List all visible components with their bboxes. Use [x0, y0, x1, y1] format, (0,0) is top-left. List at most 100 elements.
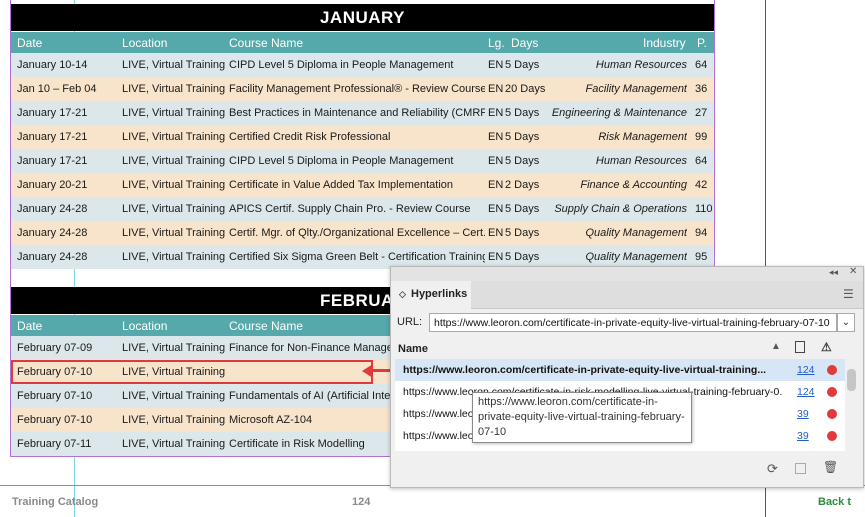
cell-date: January 17-21: [17, 107, 88, 119]
cell-page-ref: 42: [695, 179, 708, 191]
header-days: Days: [511, 36, 539, 50]
cell-date: Jan 10 – Feb 04: [17, 83, 97, 95]
url-input[interactable]: https://www.leoron.com/certificate-in-pr…: [429, 313, 837, 332]
hyperlink-item[interactable]: https://www.leoron.com/...39: [395, 447, 845, 451]
name-column-header[interactable]: Name: [398, 343, 428, 355]
cell-location: LIVE, Virtual Training: [122, 390, 226, 402]
warning-icon[interactable]: ⚠: [821, 340, 832, 354]
url-tooltip: https://www.leoron.com/certificate-in-pr…: [472, 392, 692, 443]
cell-industry: Engineering & Maintenance: [551, 107, 687, 119]
cell-date: January 24-28: [17, 227, 88, 239]
cell-page-ref: 95: [695, 251, 708, 263]
header-lg: Lg.: [488, 36, 505, 50]
cell-date: January 17-21: [17, 131, 88, 143]
new-hyperlink-icon[interactable]: [795, 463, 806, 474]
status-dot-icon: [827, 365, 837, 375]
table-row: January 10-14 LIVE, Virtual Training CIPD …: [11, 53, 714, 77]
cell-industry: Supply Chain & Operations: [554, 203, 687, 215]
cell-industry: Facility Management: [585, 83, 688, 95]
cell-date: February 07-10: [17, 414, 93, 426]
header-date: Date: [17, 319, 43, 333]
hyperlink-page-link[interactable]: 39: [797, 408, 809, 420]
cell-location: LIVE, Virtual Training: [122, 59, 226, 71]
cell-page-ref: 94: [695, 227, 708, 239]
cell-industry: Human Resources: [595, 59, 687, 71]
list-header: Name ▲ ⚠: [395, 339, 845, 360]
cell-course-name: Best Practices in Maintenance and Reliab…: [229, 107, 485, 119]
hyperlinks-panel: ◂◂ ✕ ◇ Hyperlinks ☰ URL: https://www.leo…: [390, 266, 864, 488]
cell-date: January 24-28: [17, 251, 88, 263]
header-location: Location: [122, 319, 168, 333]
cell-industry: Quality Management: [585, 251, 688, 263]
arrow-head-left-icon: [362, 364, 373, 378]
refresh-icon[interactable]: ⟳: [767, 461, 778, 477]
table-row: January 17-21 LIVE, Virtual Training CIPD …: [11, 149, 714, 173]
scrollbar-thumb[interactable]: [847, 369, 856, 391]
cell-page-ref: 110: [695, 203, 713, 215]
cell-location: LIVE, Virtual Training: [122, 251, 226, 263]
table-row: January 24-28 LIVE, Virtual Training APICS…: [11, 197, 714, 221]
cell-course-name: CIPD Level 5 Diploma in People Managemen…: [229, 59, 454, 71]
header-course: Course Name: [229, 36, 304, 50]
footer-catalog-label: Training Catalog: [12, 496, 99, 508]
cell-industry: Human Resources: [595, 155, 687, 167]
cell-page-ref: 99: [695, 131, 708, 143]
cell-course-name: CIPD Level 5 Diploma in People Managemen…: [229, 155, 454, 167]
hyperlink-page-link[interactable]: 124: [797, 364, 815, 376]
page-icon[interactable]: [795, 341, 805, 353]
cell-date: January 24-28: [17, 203, 88, 215]
trash-icon[interactable]: 🗑: [823, 460, 838, 474]
cell-location: LIVE, Virtual Training: [122, 414, 226, 426]
hyperlink-item[interactable]: https://www.leoron.com/certificate-in-pr…: [395, 359, 845, 381]
hyperlink-page-link[interactable]: 39: [797, 430, 809, 442]
cell-location: LIVE, Virtual Training: [122, 131, 226, 143]
month-header-january: JANUARY: [11, 4, 714, 31]
cell-course-name: Facility Management Professional® - Revi…: [229, 83, 485, 95]
close-icon[interactable]: ✕: [849, 266, 857, 277]
table-row: January 17-21 LIVE, Virtual Training Certi…: [11, 125, 714, 149]
cell-location: LIVE, Virtual Training: [122, 227, 226, 239]
tab-label: Hyperlinks: [411, 288, 468, 300]
back-link[interactable]: Back t: [818, 496, 851, 508]
cell-location: LIVE, Virtual Training: [122, 342, 226, 354]
cell-industry: Risk Management: [598, 131, 687, 143]
footer-page-number: 124: [352, 496, 371, 508]
cell-page-ref: 36: [695, 83, 708, 95]
cell-industry: Quality Management: [585, 227, 688, 239]
url-dropdown-button[interactable]: ⌄: [837, 313, 855, 332]
cell-course-name: Certified Six Sigma Green Belt - Certifi…: [229, 251, 485, 263]
list-scrollbar[interactable]: [845, 359, 859, 451]
cell-industry: Finance & Accounting: [580, 179, 687, 191]
cell-location: LIVE, Virtual Training: [122, 203, 226, 215]
cell-date: February 07-10: [17, 390, 93, 402]
cell-date: February 07-09: [17, 342, 93, 354]
selected-row-highlight: [11, 360, 373, 384]
table-row: Jan 10 – Feb 04 LIVE, Virtual Training Fac…: [11, 77, 714, 101]
url-label: URL:: [397, 316, 423, 328]
header-p: P.: [697, 36, 707, 50]
status-dot-icon: [827, 409, 837, 419]
cell-page-ref: 27: [695, 107, 708, 119]
cell-location: LIVE, Virtual Training: [122, 179, 226, 191]
cell-location: LIVE, Virtual Training: [122, 107, 226, 119]
tab-hyperlinks[interactable]: ◇ Hyperlinks: [391, 281, 471, 308]
header-industry: Industry: [643, 36, 686, 50]
cell-page-ref: 64: [695, 155, 708, 167]
cell-page-ref: 64: [695, 59, 708, 71]
cell-date: January 17-21: [17, 155, 88, 167]
header-date: Date: [17, 36, 43, 50]
cell-course-name: Certified Credit Risk Professional: [229, 131, 391, 143]
panel-titlebar[interactable]: ◂◂ ✕: [391, 266, 863, 281]
hyperlink-name[interactable]: https://www.leoron.com/certificate-in-pr…: [403, 364, 783, 376]
collapse-icon[interactable]: ◂◂: [829, 267, 838, 278]
cell-date: February 07-11: [17, 438, 92, 450]
tab-strip: ☰: [471, 281, 863, 309]
cell-location: LIVE, Virtual Training: [122, 155, 226, 167]
sort-icon[interactable]: ▲: [771, 341, 781, 352]
hyperlink-page-link[interactable]: 124: [797, 386, 815, 398]
table-row: January 17-21 LIVE, Virtual Training Best …: [11, 101, 714, 125]
panel-menu-icon[interactable]: ☰: [843, 287, 854, 301]
cell-course-name: Certif. Mgr. of Qlty./Organizational Exc…: [229, 227, 485, 239]
header-location: Location: [122, 36, 168, 50]
status-dot-icon: [827, 431, 837, 441]
